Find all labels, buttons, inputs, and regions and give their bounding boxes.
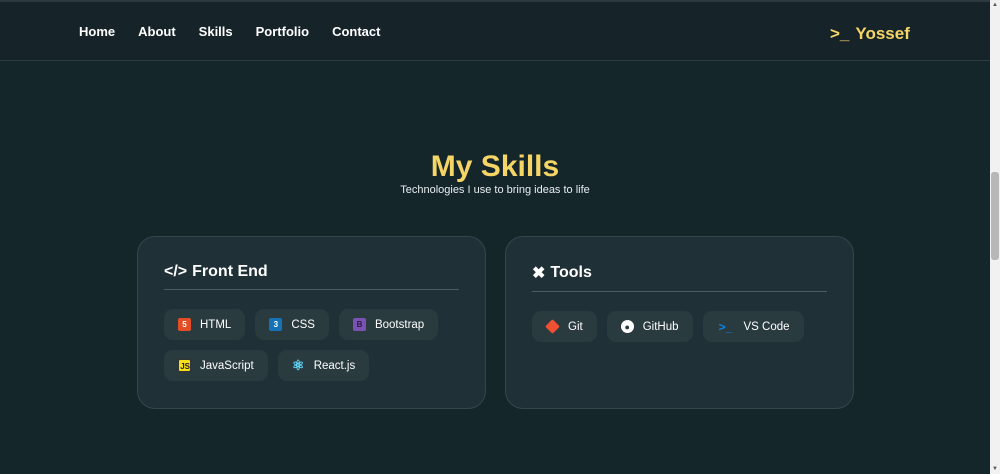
react-icon: ⚛ xyxy=(291,357,305,373)
skill-javascript[interactable]: JS JavaScript xyxy=(164,350,268,381)
skill-label: JavaScript xyxy=(200,359,254,372)
nav-link-contact[interactable]: Contact xyxy=(332,24,380,39)
section-subtitle: Technologies I use to bring ideas to lif… xyxy=(400,184,590,196)
skill-label: VS Code xyxy=(743,320,790,333)
scroll-down-icon[interactable]: ▼ xyxy=(992,466,998,472)
github-icon: ● xyxy=(620,320,634,333)
card-front-end: </> Front End 5 HTML 3 CSS B Bootstrap JS Jav… xyxy=(137,236,486,409)
bootstrap-icon: B xyxy=(352,318,366,331)
card-tools: ✖ Tools Git ● GitHub >_ VS Code xyxy=(505,236,854,409)
skill-vscode[interactable]: >_ VS Code xyxy=(702,311,804,342)
skill-bootstrap[interactable]: B Bootstrap xyxy=(338,309,439,340)
skill-react[interactable]: ⚛ React.js xyxy=(277,350,370,381)
skill-label: CSS xyxy=(291,318,315,331)
skill-css[interactable]: 3 CSS xyxy=(255,309,329,340)
skill-git[interactable]: Git xyxy=(532,311,597,342)
html5-icon: 5 xyxy=(178,318,191,331)
nav-links: Home About Skills Portfolio Contact xyxy=(79,24,380,39)
javascript-icon: JS xyxy=(178,359,191,372)
code-icon: </> xyxy=(164,263,188,280)
skill-label: Git xyxy=(568,320,583,333)
git-icon xyxy=(545,319,560,334)
skill-label: React.js xyxy=(313,359,356,372)
vscode-icon: >_ xyxy=(718,319,733,334)
nav-link-skills[interactable]: Skills xyxy=(199,24,233,39)
logo[interactable]: >_ Yossef xyxy=(830,24,910,44)
section-title: My Skills xyxy=(430,150,560,183)
scroll-up-icon[interactable]: ▲ xyxy=(992,2,998,8)
nav-link-portfolio[interactable]: Portfolio xyxy=(256,24,309,39)
navbar: Home About Skills Portfolio Contact >_ Y… xyxy=(0,2,990,61)
skill-label: GitHub xyxy=(642,320,679,333)
card-title: Front End xyxy=(192,263,268,280)
skill-html[interactable]: 5 HTML xyxy=(164,309,246,340)
skill-github[interactable]: ● GitHub xyxy=(606,311,693,342)
card-title: Tools xyxy=(550,264,592,281)
skill-label: HTML xyxy=(200,318,232,331)
nav-link-about[interactable]: About xyxy=(138,24,176,39)
scrollbar-thumb[interactable] xyxy=(991,172,999,260)
terminal-icon: >_ xyxy=(830,24,850,43)
css3-icon: 3 xyxy=(269,318,283,331)
skill-label: Bootstrap xyxy=(374,318,425,331)
nav-link-home[interactable]: Home xyxy=(79,24,115,39)
logo-text: Yossef xyxy=(855,24,910,43)
scrollbar[interactable]: ▲ ▼ xyxy=(990,0,1000,474)
tools-icon: ✖ xyxy=(532,265,546,282)
